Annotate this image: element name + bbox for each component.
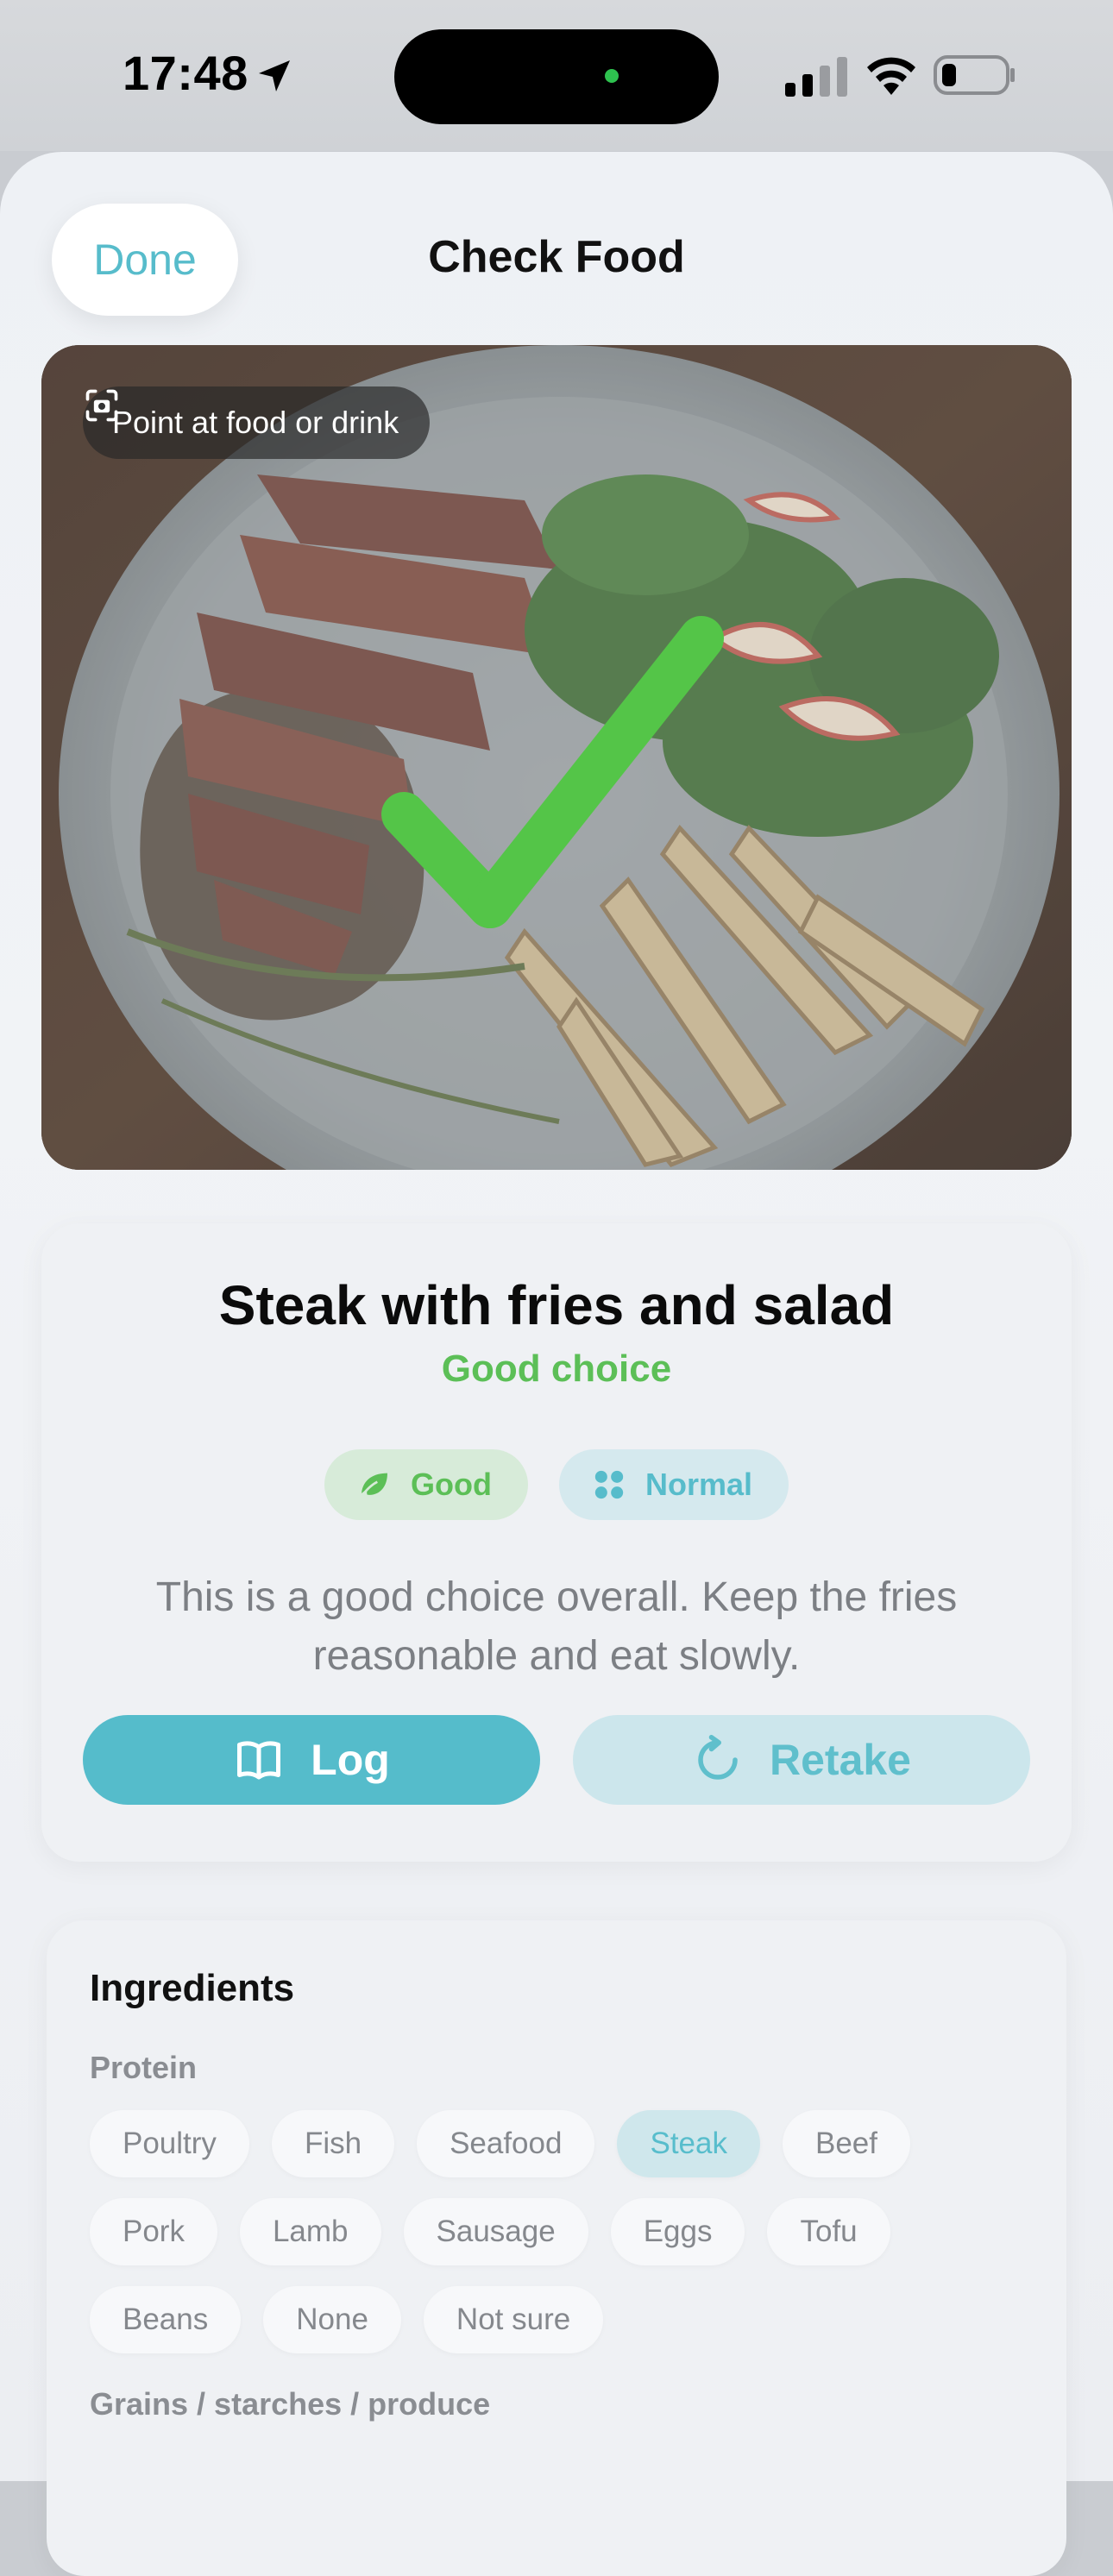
wifi-icon [867, 57, 915, 95]
camera-indicator-dot [605, 69, 619, 83]
retake-button[interactable]: Retake [573, 1715, 1030, 1805]
log-button-label: Log [311, 1736, 390, 1784]
retake-button-label: Retake [770, 1736, 911, 1784]
ingredients-card: Ingredients Protein Poultry Fish Seafood… [47, 1920, 1066, 2576]
protein-chips: Poultry Fish Seafood Steak Beef Pork Lam… [90, 2110, 1030, 2353]
status-bar: 17:48 [0, 0, 1113, 151]
good-badge: Good [324, 1449, 528, 1520]
location-arrow-icon [259, 60, 290, 91]
good-badge-label: Good [411, 1467, 492, 1502]
chip-tofu[interactable]: Tofu [767, 2198, 890, 2265]
chip-beef[interactable]: Beef [782, 2110, 910, 2177]
chip-lamb[interactable]: Lamb [239, 2198, 381, 2265]
chip-steak[interactable]: Steak [617, 2110, 760, 2177]
camera-viewfinder-icon [85, 389, 118, 422]
grid-dots-icon [594, 1470, 624, 1499]
grains-group-label: Grains / starches / produce [90, 2386, 491, 2422]
food-photo [41, 345, 1072, 1170]
chip-pork[interactable]: Pork [90, 2198, 217, 2265]
verdict-label: Good choice [441, 1348, 672, 1390]
protein-group-label: Protein [90, 2050, 198, 2085]
normal-badge: Normal [559, 1449, 789, 1520]
food-name: Steak with fries and salad [218, 1274, 895, 1336]
chip-poultry[interactable]: Poultry [90, 2110, 249, 2177]
normal-badge-label: Normal [645, 1467, 753, 1502]
ingredients-title: Ingredients [90, 1967, 295, 2009]
leaf-icon [360, 1473, 387, 1498]
chip-not-sure[interactable]: Not sure [423, 2286, 604, 2353]
camera-hint-text: Point at food or drink [112, 405, 399, 440]
status-time: 17:48 [123, 46, 248, 100]
chip-fish[interactable]: Fish [271, 2110, 395, 2177]
result-description: This is a good choice overall. Keep the … [155, 1574, 958, 1679]
cellular-signal-icon [785, 57, 847, 97]
chip-sausage[interactable]: Sausage [403, 2198, 588, 2265]
book-icon [237, 1741, 281, 1780]
chip-seafood[interactable]: Seafood [417, 2110, 595, 2177]
chip-beans[interactable]: Beans [90, 2286, 242, 2353]
chip-none[interactable]: None [263, 2286, 401, 2353]
log-button[interactable]: Log [83, 1715, 540, 1805]
chip-eggs[interactable]: Eggs [610, 2198, 745, 2265]
check-food-sheet: Done Check Food Point at food or drink S… [0, 152, 1113, 2576]
battery-icon [934, 55, 1015, 95]
camera-hint-pill: Point at food or drink [83, 386, 431, 459]
page-title: Check Food [428, 232, 685, 282]
result-card: Steak with fries and salad Good choice G… [41, 1223, 1072, 1862]
dynamic-island [394, 29, 719, 124]
refresh-icon [698, 1735, 738, 1780]
camera-preview[interactable]: Point at food or drink [41, 345, 1072, 1170]
